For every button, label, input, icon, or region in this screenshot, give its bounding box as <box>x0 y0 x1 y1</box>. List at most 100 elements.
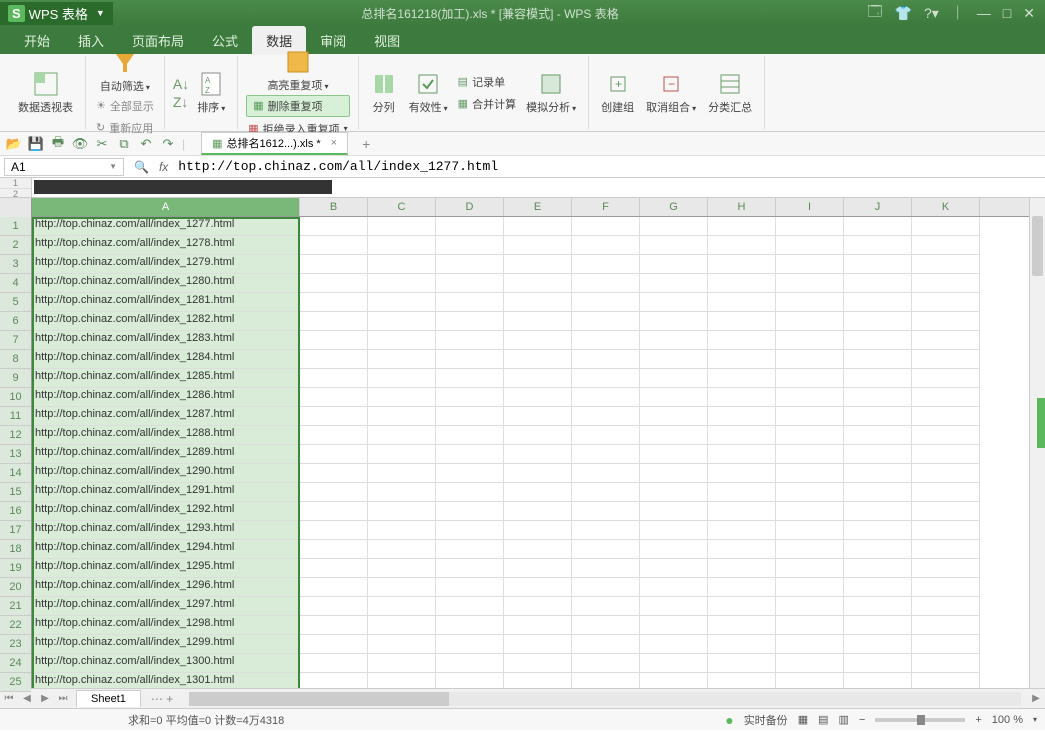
cell[interactable] <box>708 217 776 236</box>
cell[interactable] <box>572 312 640 331</box>
zoom-out-button[interactable]: − <box>859 714 865 726</box>
cell[interactable] <box>844 502 912 521</box>
last-sheet-button[interactable]: ⏭ <box>54 693 72 704</box>
view-normal-icon[interactable]: ▦ <box>798 713 808 726</box>
side-panel-handle[interactable] <box>1037 398 1045 448</box>
cell[interactable] <box>368 464 436 483</box>
cell[interactable] <box>300 597 368 616</box>
cell[interactable] <box>436 407 504 426</box>
cell[interactable]: http://top.chinaz.com/all/index_1292.htm… <box>32 502 300 521</box>
cell[interactable]: http://top.chinaz.com/all/index_1290.htm… <box>32 464 300 483</box>
cell[interactable] <box>368 483 436 502</box>
view-break-icon[interactable]: ▥ <box>839 713 849 726</box>
search-icon[interactable]: 🔍 <box>134 160 149 174</box>
cell[interactable] <box>912 369 980 388</box>
app-menu[interactable]: S WPS 表格 ▼ <box>0 2 113 25</box>
row-header[interactable]: 4 <box>0 274 31 293</box>
cell[interactable] <box>368 331 436 350</box>
close-tab-icon[interactable]: × <box>331 137 337 149</box>
cell[interactable] <box>504 388 572 407</box>
cell[interactable] <box>912 464 980 483</box>
show-all-button[interactable]: ☀全部显示 <box>94 96 156 116</box>
cell[interactable] <box>912 502 980 521</box>
cell[interactable] <box>572 597 640 616</box>
cell[interactable] <box>300 426 368 445</box>
menu-tab-视图[interactable]: 视图 <box>360 26 414 55</box>
cell[interactable] <box>844 217 912 236</box>
cell[interactable] <box>436 597 504 616</box>
row-header[interactable]: 21 <box>0 597 31 616</box>
column-header[interactable]: F <box>572 198 640 216</box>
column-header[interactable]: H <box>708 198 776 216</box>
cell[interactable] <box>708 388 776 407</box>
cell[interactable] <box>912 331 980 350</box>
cell[interactable] <box>640 350 708 369</box>
cell[interactable] <box>572 559 640 578</box>
scroll-right-button[interactable]: ▶ <box>1027 693 1045 704</box>
cell[interactable] <box>300 331 368 350</box>
cell[interactable]: http://top.chinaz.com/all/index_1294.htm… <box>32 540 300 559</box>
column-headers[interactable]: ABCDEFGHIJK <box>32 198 1029 217</box>
save-icon[interactable]: 💾 <box>28 136 44 152</box>
cell[interactable] <box>436 350 504 369</box>
text-to-columns-button[interactable]: 分列 <box>367 69 401 117</box>
cell[interactable] <box>572 635 640 654</box>
row-header[interactable]: 5 <box>0 293 31 312</box>
cell[interactable] <box>708 673 776 688</box>
cell[interactable] <box>912 312 980 331</box>
cell[interactable] <box>776 616 844 635</box>
cell[interactable] <box>844 236 912 255</box>
cell[interactable] <box>368 407 436 426</box>
column-header[interactable]: D <box>436 198 504 216</box>
tshirt-icon[interactable]: 👕 <box>895 5 912 22</box>
cell[interactable] <box>640 217 708 236</box>
cell[interactable] <box>912 616 980 635</box>
cell[interactable] <box>436 236 504 255</box>
cell[interactable]: http://top.chinaz.com/all/index_1281.htm… <box>32 293 300 312</box>
cell[interactable] <box>844 521 912 540</box>
cell[interactable] <box>572 331 640 350</box>
row-header[interactable]: 2 <box>0 236 31 255</box>
cell[interactable] <box>912 293 980 312</box>
undo-icon[interactable]: ↶ <box>138 136 154 152</box>
cell[interactable] <box>640 540 708 559</box>
cell[interactable] <box>912 578 980 597</box>
cell[interactable] <box>572 217 640 236</box>
row-header[interactable]: 12 <box>0 426 31 445</box>
cell[interactable] <box>708 559 776 578</box>
cell[interactable] <box>844 312 912 331</box>
cell[interactable] <box>572 673 640 688</box>
cut-icon[interactable]: ✂ <box>94 136 110 152</box>
cell[interactable] <box>572 464 640 483</box>
cell[interactable] <box>436 502 504 521</box>
cell[interactable] <box>776 312 844 331</box>
row-header[interactable]: 1 <box>0 217 31 236</box>
cell[interactable] <box>300 540 368 559</box>
cell[interactable] <box>504 521 572 540</box>
cell[interactable] <box>436 464 504 483</box>
fx-icon[interactable]: fx <box>155 160 172 174</box>
cell[interactable] <box>640 464 708 483</box>
cell[interactable] <box>776 274 844 293</box>
cell[interactable] <box>300 464 368 483</box>
cell[interactable] <box>368 616 436 635</box>
cell[interactable] <box>708 445 776 464</box>
row-header[interactable]: 8 <box>0 350 31 369</box>
ribbon-collapse-icon[interactable]: ｜ <box>951 3 965 23</box>
row-header[interactable]: 3 <box>0 255 31 274</box>
cell[interactable]: http://top.chinaz.com/all/index_1286.htm… <box>32 388 300 407</box>
cell[interactable] <box>640 369 708 388</box>
cell[interactable] <box>844 540 912 559</box>
cell[interactable] <box>640 673 708 688</box>
column-header[interactable]: J <box>844 198 912 216</box>
cell[interactable] <box>368 521 436 540</box>
cell[interactable] <box>640 331 708 350</box>
cell[interactable] <box>912 673 980 688</box>
cell[interactable] <box>300 578 368 597</box>
record-form-button[interactable]: ▤记录单 <box>456 72 518 92</box>
cell[interactable] <box>640 597 708 616</box>
cell[interactable] <box>368 673 436 688</box>
cell[interactable] <box>708 255 776 274</box>
cell[interactable] <box>300 445 368 464</box>
cell[interactable] <box>912 521 980 540</box>
